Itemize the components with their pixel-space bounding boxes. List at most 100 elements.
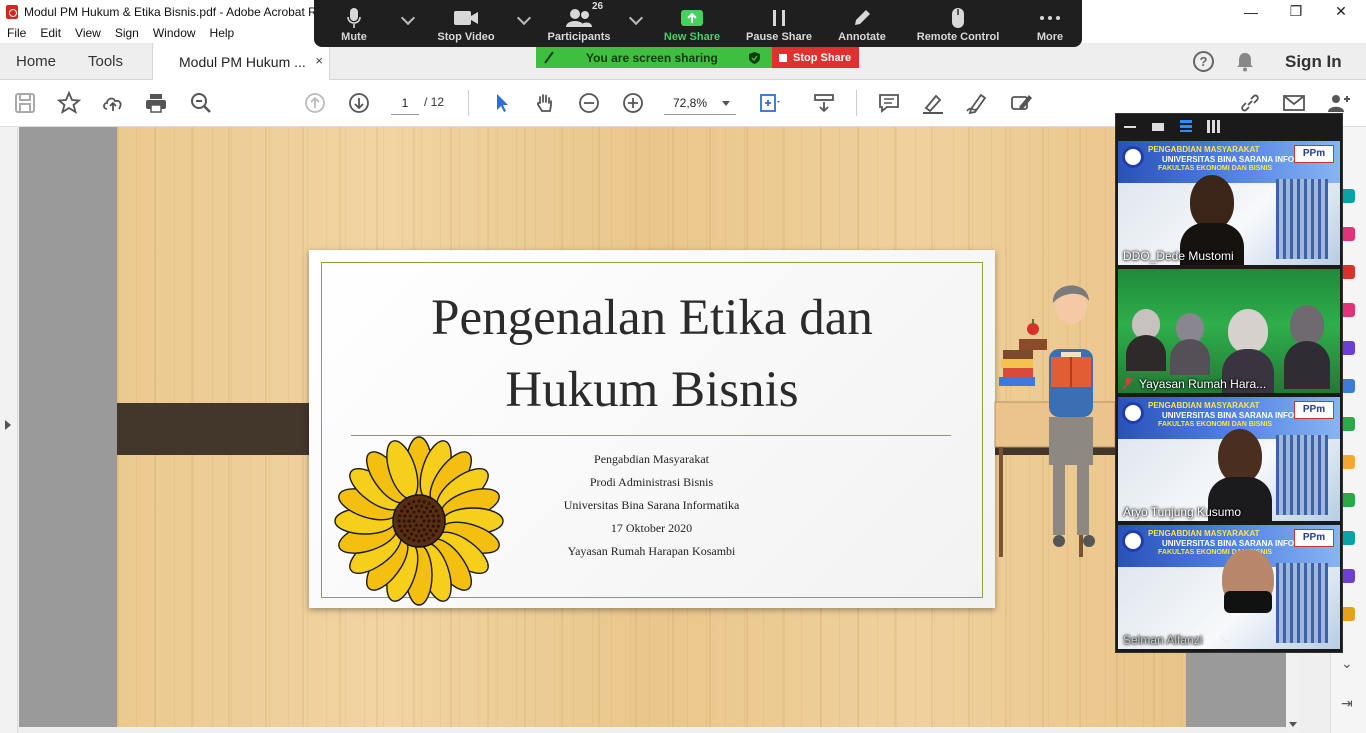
annotate-button[interactable]: Annotate	[836, 0, 888, 47]
video-tile[interactable]: PENGABDIAN MASYARAKAT UNIVERSITAS BINA S…	[1118, 397, 1340, 521]
mouse-icon	[952, 8, 964, 28]
participant-video	[1212, 549, 1284, 645]
more-tools-icon[interactable]	[1341, 607, 1355, 621]
left-panel-toggle[interactable]	[0, 127, 18, 733]
chevron-right-icon	[5, 420, 11, 430]
tab-tools[interactable]: Tools	[88, 53, 123, 70]
menu-window[interactable]: Window	[153, 26, 196, 40]
combine-files-icon[interactable]	[1341, 341, 1355, 355]
sunflower-illustration	[334, 436, 504, 606]
fill-sign-tool-icon[interactable]	[1341, 531, 1355, 545]
hand-tool-icon[interactable]	[532, 90, 558, 116]
comment-icon[interactable]	[876, 90, 902, 116]
protect-icon[interactable]	[1341, 455, 1355, 469]
menu-sign[interactable]: Sign	[115, 26, 139, 40]
minimize-panel-icon[interactable]	[1124, 126, 1136, 128]
new-share-button[interactable]: New Share	[660, 0, 724, 47]
strip-view-icon[interactable]	[1180, 120, 1192, 132]
participant-video	[1284, 305, 1330, 389]
participant-body	[1170, 339, 1210, 375]
info-line: Pengabdian Masyarakat	[594, 452, 709, 466]
stop-share-button[interactable]: Stop Share	[772, 47, 859, 68]
menu-view[interactable]: View	[75, 26, 101, 40]
collapse-pane-icon[interactable]: ⇥	[1341, 695, 1353, 712]
menu-file[interactable]: File	[7, 26, 26, 40]
save-icon[interactable]	[12, 90, 38, 116]
participant-video	[1126, 309, 1166, 371]
redact-icon[interactable]	[1341, 493, 1355, 507]
stop-video-button[interactable]: Stop Video	[432, 0, 500, 47]
info-line: 17 Oktober 2020	[610, 521, 693, 535]
create-pdf-icon[interactable]	[1341, 265, 1355, 279]
more-button[interactable]: More	[1030, 0, 1070, 47]
send-for-signature-icon[interactable]	[1341, 569, 1355, 583]
menu-edit[interactable]: Edit	[40, 26, 61, 40]
chevron-down-icon[interactable]: ⌄	[1341, 655, 1353, 672]
video-options-chevron-icon[interactable]	[516, 10, 532, 26]
bell-icon[interactable]	[1236, 52, 1254, 72]
page-margin-left	[19, 127, 117, 727]
participants-options-chevron-icon[interactable]	[628, 10, 644, 26]
participants-count: 26	[592, 1, 604, 12]
participant-body	[1126, 335, 1166, 371]
comment-tool-icon[interactable]	[1341, 303, 1355, 317]
menu-help[interactable]: Help	[210, 26, 235, 40]
screen-sharing-banner[interactable]: You are screen sharing	[536, 47, 772, 68]
audio-options-chevron-icon[interactable]	[400, 10, 416, 26]
sharing-signal-icon	[544, 51, 554, 64]
video-tile[interactable]: PENGABDIAN MASYARAKAT UNIVERSITAS BINA S…	[1118, 141, 1340, 265]
highlight-pen-icon[interactable]	[920, 90, 946, 116]
toolbar-separator	[856, 90, 857, 116]
mute-button[interactable]: Mute	[332, 0, 376, 47]
stop-video-label: Stop Video	[437, 31, 495, 43]
help-icon[interactable]: ?	[1193, 51, 1214, 72]
fill-sign-icon[interactable]	[1008, 90, 1034, 116]
page-number-input[interactable]: 1	[391, 93, 419, 115]
bookmark-star-icon[interactable]	[56, 90, 82, 116]
scroll-down-icon[interactable]	[1289, 722, 1297, 727]
shield-check-icon	[749, 52, 760, 64]
close-tab-icon[interactable]: ×	[315, 53, 323, 68]
mute-label: Mute	[341, 31, 367, 43]
scroll-mode-icon[interactable]	[811, 90, 837, 116]
sharing-status-text: You are screen sharing	[586, 50, 718, 65]
upload-cloud-icon[interactable]	[100, 90, 126, 116]
stop-square-icon	[779, 53, 787, 62]
select-cursor-icon[interactable]	[489, 90, 515, 116]
next-page-icon[interactable]	[346, 90, 372, 116]
tab-home[interactable]: Home	[16, 53, 56, 70]
maximize-button[interactable]: ❐	[1273, 0, 1319, 23]
university-logo	[1122, 530, 1144, 552]
draw-sign-icon[interactable]	[964, 90, 990, 116]
window-title: Modul PM Hukum & Etika Bisnis.pdf - Adob…	[24, 4, 317, 19]
video-tile[interactable]: Yayasan Rumah Hara...	[1118, 269, 1340, 393]
minimize-button[interactable]: —	[1228, 0, 1274, 23]
zoom-in-icon[interactable]	[620, 90, 646, 116]
pencil-icon	[855, 10, 870, 25]
participants-icon	[566, 9, 592, 27]
sign-in-link[interactable]: Sign In	[1285, 52, 1342, 72]
fit-page-icon[interactable]	[756, 90, 782, 116]
banner-text: PENGABDIAN MASYARAKAT	[1148, 145, 1260, 154]
chevron-down-icon	[722, 101, 730, 106]
participant-head	[1190, 175, 1234, 229]
gallery-view-icon[interactable]	[1207, 120, 1220, 133]
microphone-icon	[347, 8, 361, 28]
info-line: Yayasan Rumah Harapan Kosambi	[567, 544, 736, 558]
print-icon[interactable]	[143, 90, 169, 116]
zoom-out-icon[interactable]	[576, 90, 602, 116]
info-line: Universitas Bina Sarana Informatika	[563, 498, 740, 512]
previous-page-icon[interactable]	[302, 90, 328, 116]
organize-pages-icon[interactable]	[1341, 379, 1355, 393]
tab-document[interactable]: Modul PM Hukum ... ×	[152, 43, 330, 80]
pause-share-button[interactable]: Pause Share	[746, 0, 812, 47]
scan-icon[interactable]	[1341, 417, 1355, 431]
zoom-level-select[interactable]: 72,8%	[664, 93, 736, 115]
export-pdf-icon[interactable]	[1341, 189, 1355, 203]
video-tile[interactable]: PENGABDIAN MASYARAKAT UNIVERSITAS BINA S…	[1118, 525, 1340, 649]
remote-control-button[interactable]: Remote Control	[916, 0, 1000, 47]
hide-video-icon[interactable]	[1152, 123, 1164, 131]
edit-pdf-icon[interactable]	[1341, 227, 1355, 241]
close-window-button[interactable]: ✕	[1318, 0, 1364, 23]
zoom-search-icon[interactable]	[188, 90, 214, 116]
